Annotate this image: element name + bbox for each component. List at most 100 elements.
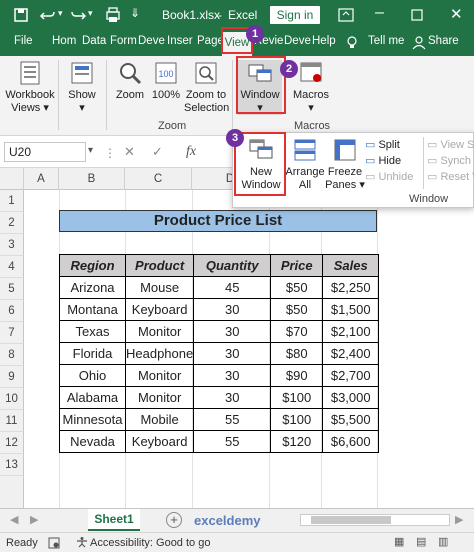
minimize-icon[interactable]: – [375,4,384,22]
region-cell[interactable]: Texas [59,320,126,343]
price-cell[interactable]: $90 [270,364,324,387]
tab-page-layout[interactable]: Page [197,35,224,47]
freeze-panes-button[interactable]: Freeze Panes ▾ [325,137,365,192]
region-cell[interactable]: Montana [59,298,126,321]
quantity-cell[interactable]: 30 [193,298,272,321]
normal-view-icon[interactable]: ▦ [394,535,404,548]
tab-file[interactable]: File [14,35,33,47]
new-sheet-icon[interactable]: + [166,512,182,528]
tab-insert[interactable]: Inser [167,35,193,47]
row-header-6[interactable]: 6 [0,300,24,322]
zoom-to-selection-button[interactable]: Zoom to Selection [184,60,229,115]
cancel-icon[interactable]: ✕ [124,144,135,160]
sign-in-button[interactable]: Sign in [270,6,320,24]
name-box[interactable]: U20 [4,142,86,162]
product-cell[interactable]: Keyboard [124,298,195,321]
undo-icon[interactable] [40,8,56,22]
sheet-tab-sheet1[interactable]: Sheet1 [88,509,140,531]
product-cell[interactable]: Monitor [124,320,195,343]
customize-qat-icon[interactable]: ⇓ [130,6,140,20]
row-header-2[interactable]: 2 [0,212,24,234]
quantity-cell[interactable]: 30 [193,364,272,387]
row-header-8[interactable]: 8 [0,344,24,366]
column-header-b[interactable]: B [59,168,125,190]
select-all-corner[interactable] [0,168,24,190]
quantity-cell[interactable]: 30 [193,320,272,343]
tab-developer-2[interactable]: Deve [284,35,311,47]
column-header-c[interactable]: C [125,168,192,190]
tab-home[interactable]: Hom [52,35,76,47]
region-cell[interactable]: Alabama [59,386,126,409]
show-button[interactable]: Show ▾ [62,60,102,115]
quantity-cell[interactable]: 30 [193,386,272,409]
sales-cell[interactable]: $6,600 [322,430,380,453]
sales-cell[interactable]: $3,000 [322,386,380,409]
page-layout-view-icon[interactable]: ▤ [416,535,426,548]
sales-cell[interactable]: $2,400 [322,342,380,365]
enter-icon[interactable]: ✓ [152,144,163,160]
redo-icon[interactable] [70,8,86,22]
row-header-1[interactable]: 1 [0,190,24,212]
accessibility-icon[interactable] [76,536,88,548]
region-cell[interactable]: Florida [59,342,126,365]
price-cell[interactable]: $50 [270,276,324,299]
product-cell[interactable]: Monitor [124,386,195,409]
product-cell[interactable]: Mobile [124,408,195,431]
row-header-7[interactable]: 7 [0,322,24,344]
row-header-11[interactable]: 11 [0,410,24,432]
product-cell[interactable]: Headphone [124,342,195,365]
region-cell[interactable]: Minnesota [59,408,126,431]
row-header-10[interactable]: 10 [0,388,24,410]
header-product[interactable]: Product [124,254,195,277]
name-box-dropdown-icon[interactable]: ▾ [88,145,93,156]
row-header-13[interactable]: 13 [0,454,24,476]
tab-help[interactable]: Help [312,35,336,47]
quantity-cell[interactable]: 55 [193,408,272,431]
tab-data[interactable]: Data [82,35,106,47]
macro-recording-icon[interactable] [48,537,60,549]
accessibility-status[interactable]: Accessibility: Good to go [90,537,210,549]
ribbon-display-options-icon[interactable] [338,8,354,22]
share-icon[interactable] [412,36,426,50]
undo-dropdown-icon[interactable]: ▾ [58,8,63,19]
row-header-4[interactable]: 4 [0,256,24,278]
page-break-view-icon[interactable]: ▥ [438,535,448,548]
product-cell[interactable]: Mouse [124,276,195,299]
share-button[interactable]: Share [428,35,459,47]
maximize-icon[interactable] [410,8,424,22]
sales-cell[interactable]: $5,500 [322,408,380,431]
save-icon[interactable] [14,8,28,22]
header-quantity[interactable]: Quantity [193,254,272,277]
scroll-left-icon[interactable]: ◀ [10,513,18,526]
sales-cell[interactable]: $2,250 [322,276,380,299]
workbook-views-button[interactable]: Workbook Views ▾ [4,60,56,115]
zoom-100-button[interactable]: 100 100% [150,60,182,102]
redo-dropdown-icon[interactable]: ▾ [88,8,93,19]
tab-developer[interactable]: Deve [138,35,165,47]
quantity-cell[interactable]: 45 [193,276,272,299]
row-header-9[interactable]: 9 [0,366,24,388]
price-cell[interactable]: $120 [270,430,324,453]
quantity-cell[interactable]: 55 [193,430,272,453]
insert-function-icon[interactable]: fx [186,144,196,160]
product-price-list-title[interactable]: Product Price List [59,210,377,232]
header-price[interactable]: Price [270,254,324,277]
split-option[interactable]: ▭ Split [365,137,413,153]
price-cell[interactable]: $50 [270,298,324,321]
sales-cell[interactable]: $1,500 [322,298,380,321]
tell-me-search[interactable]: Tell me [368,35,404,47]
region-cell[interactable]: Nevada [59,430,126,453]
arrange-all-button[interactable]: Arrange All [285,137,325,192]
row-header-12[interactable]: 12 [0,432,24,454]
row-header-3[interactable]: 3 [0,234,24,256]
hide-option[interactable]: ▭ Hide [365,153,413,169]
scroll-right-arrow-icon[interactable]: ▶ [455,513,463,526]
column-header-a[interactable]: A [24,168,59,190]
header-sales[interactable]: Sales [322,254,380,277]
product-cell[interactable]: Keyboard [124,430,195,453]
print-icon[interactable] [105,7,121,23]
close-icon[interactable]: ✕ [450,5,463,23]
price-cell[interactable]: $70 [270,320,324,343]
scrollbar-thumb[interactable] [311,516,391,524]
row-header-5[interactable]: 5 [0,278,24,300]
